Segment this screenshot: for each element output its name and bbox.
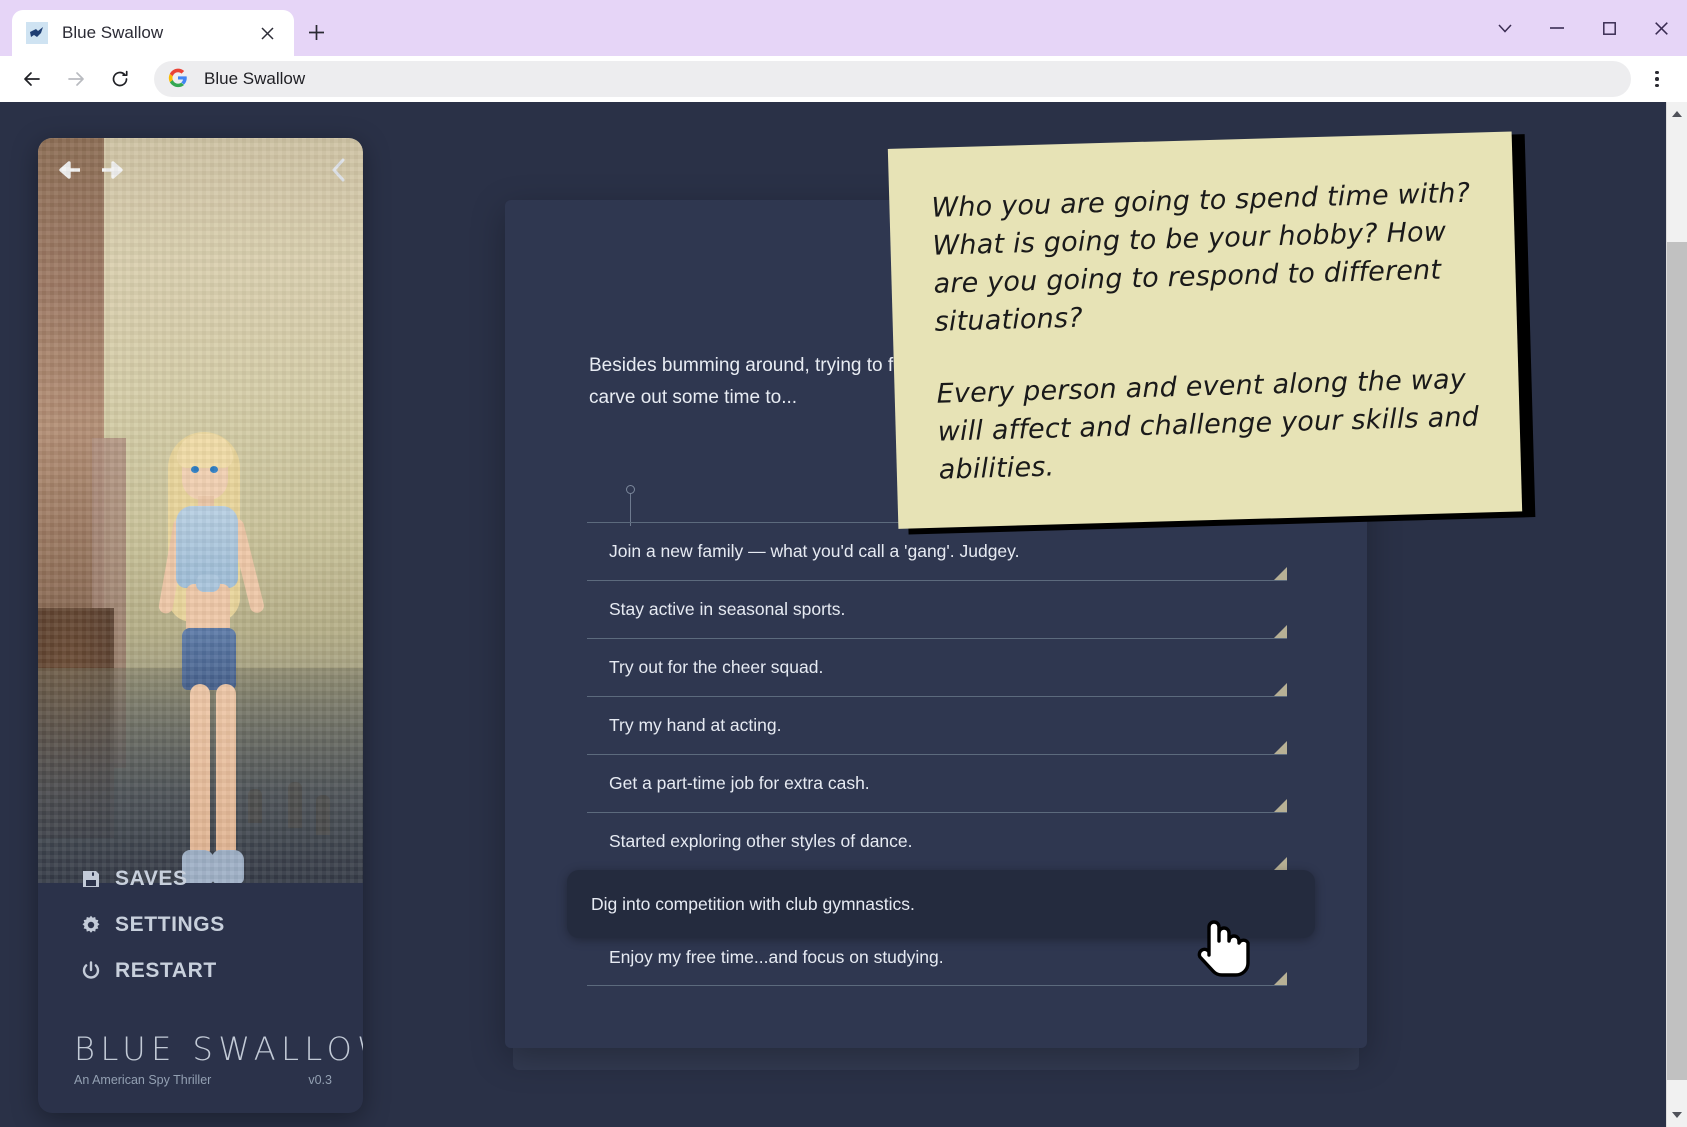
google-g-icon	[168, 68, 190, 90]
menu-item-label: SAVES	[115, 867, 188, 891]
artwork-navigation	[56, 158, 126, 184]
browser-window: Blue Swallow	[0, 0, 1687, 1127]
logo-version: v0.3	[308, 1073, 332, 1087]
corner-fold-icon	[1274, 972, 1287, 985]
background-building-secondary	[92, 438, 126, 768]
choice-label: Started exploring other styles of dance.	[609, 831, 913, 852]
arrow-left-icon[interactable]	[56, 158, 82, 184]
browser-tab[interactable]: Blue Swallow	[12, 10, 294, 56]
note-paragraph-1: Who you are going to spend time with? Wh…	[931, 174, 1485, 341]
choice-connector	[626, 485, 635, 526]
choice-label: Join a new family — what you'd call a 'g…	[609, 541, 1019, 562]
address-bar-value: Blue Swallow	[204, 69, 305, 89]
background-ground	[38, 668, 363, 883]
corner-fold-icon	[1274, 857, 1287, 870]
close-icon[interactable]	[1635, 0, 1687, 56]
choice-label: Dig into competition with club gymnastic…	[591, 894, 915, 915]
background-building	[38, 138, 104, 758]
browser-toolbar: Blue Swallow	[0, 56, 1687, 102]
choice-option[interactable]: Stay active in seasonal sports.	[587, 580, 1287, 638]
scroll-down-button[interactable]	[1667, 1105, 1687, 1125]
background-crowd	[248, 789, 262, 823]
scrollbar-thumb[interactable]	[1667, 242, 1687, 1080]
corner-fold-icon	[1274, 683, 1287, 696]
menu-item-saves[interactable]: SAVES	[80, 867, 225, 891]
character-artwork	[38, 138, 363, 883]
choice-option[interactable]: Get a part-time job for extra cash.	[587, 754, 1287, 812]
tutorial-note: Who you are going to spend time with? Wh…	[888, 125, 1536, 535]
power-icon	[80, 960, 102, 982]
minimize-icon[interactable]	[1531, 0, 1583, 56]
browser-titlebar: Blue Swallow	[0, 0, 1687, 56]
choice-option[interactable]: Try out for the cheer squad.	[587, 638, 1287, 696]
choice-label: Get a part-time job for extra cash.	[609, 773, 870, 794]
chevron-down-icon[interactable]	[1479, 0, 1531, 56]
plus-icon[interactable]	[300, 16, 332, 48]
arrow-right-icon	[56, 59, 96, 99]
corner-fold-icon	[1274, 741, 1287, 754]
background-crowd	[288, 782, 302, 828]
vertical-scrollbar[interactable]	[1666, 102, 1687, 1127]
choice-option[interactable]: Try my hand at acting.	[587, 696, 1287, 754]
connector-dot-icon	[626, 485, 635, 494]
kebab-menu-icon[interactable]	[1639, 59, 1675, 99]
window-controls	[1479, 0, 1687, 56]
character-card: SAVES SETTINGS	[38, 138, 363, 1113]
game-menu: SAVES SETTINGS	[80, 867, 225, 1005]
choice-option-selected[interactable]: Dig into competition with club gymnastic…	[567, 870, 1315, 938]
page-viewport: SAVES SETTINGS	[0, 102, 1687, 1127]
tab-title: Blue Swallow	[62, 23, 254, 43]
choice-label: Enjoy my free time...and focus on studyi…	[609, 947, 944, 968]
choice-label: Stay active in seasonal sports.	[609, 599, 845, 620]
menu-item-label: RESTART	[115, 959, 217, 983]
arrow-left-icon[interactable]	[12, 59, 52, 99]
menu-item-restart[interactable]: RESTART	[80, 959, 225, 983]
address-bar[interactable]: Blue Swallow	[154, 61, 1631, 97]
corner-fold-icon	[1274, 799, 1287, 812]
character-figure	[146, 426, 278, 883]
reload-icon[interactable]	[100, 59, 140, 99]
menu-item-label: SETTINGS	[115, 913, 225, 937]
chevron-left-icon[interactable]	[331, 158, 347, 189]
logo-subtitle: An American Spy Thriller	[74, 1073, 211, 1087]
gear-icon	[80, 914, 102, 936]
choice-list: Join a new family — what you'd call a 'g…	[587, 522, 1287, 986]
scroll-up-button[interactable]	[1667, 104, 1687, 124]
swallow-bird-icon	[26, 22, 48, 44]
corner-fold-icon	[1274, 625, 1287, 638]
menu-item-settings[interactable]: SETTINGS	[80, 913, 225, 937]
close-icon[interactable]	[254, 20, 280, 46]
corner-fold-icon	[1274, 567, 1287, 580]
logo-title: BLUE SWALLOW	[74, 1030, 332, 1068]
arrow-right-icon[interactable]	[100, 158, 126, 184]
background-crowd	[316, 795, 330, 835]
floppy-disk-icon	[80, 868, 102, 890]
game-logo: BLUE SWALLOW An American Spy Thriller v0…	[74, 1030, 332, 1087]
background-foliage	[38, 608, 114, 838]
choice-label: Try my hand at acting.	[609, 715, 781, 736]
note-paragraph-2: Every person and event along the way wil…	[936, 360, 1489, 489]
choice-label: Try out for the cheer squad.	[609, 657, 823, 678]
maximize-icon[interactable]	[1583, 0, 1635, 56]
note-card: Who you are going to spend time with? Wh…	[888, 132, 1522, 529]
game-stage: SAVES SETTINGS	[0, 102, 1687, 1127]
choice-option[interactable]: Started exploring other styles of dance.	[587, 812, 1287, 870]
